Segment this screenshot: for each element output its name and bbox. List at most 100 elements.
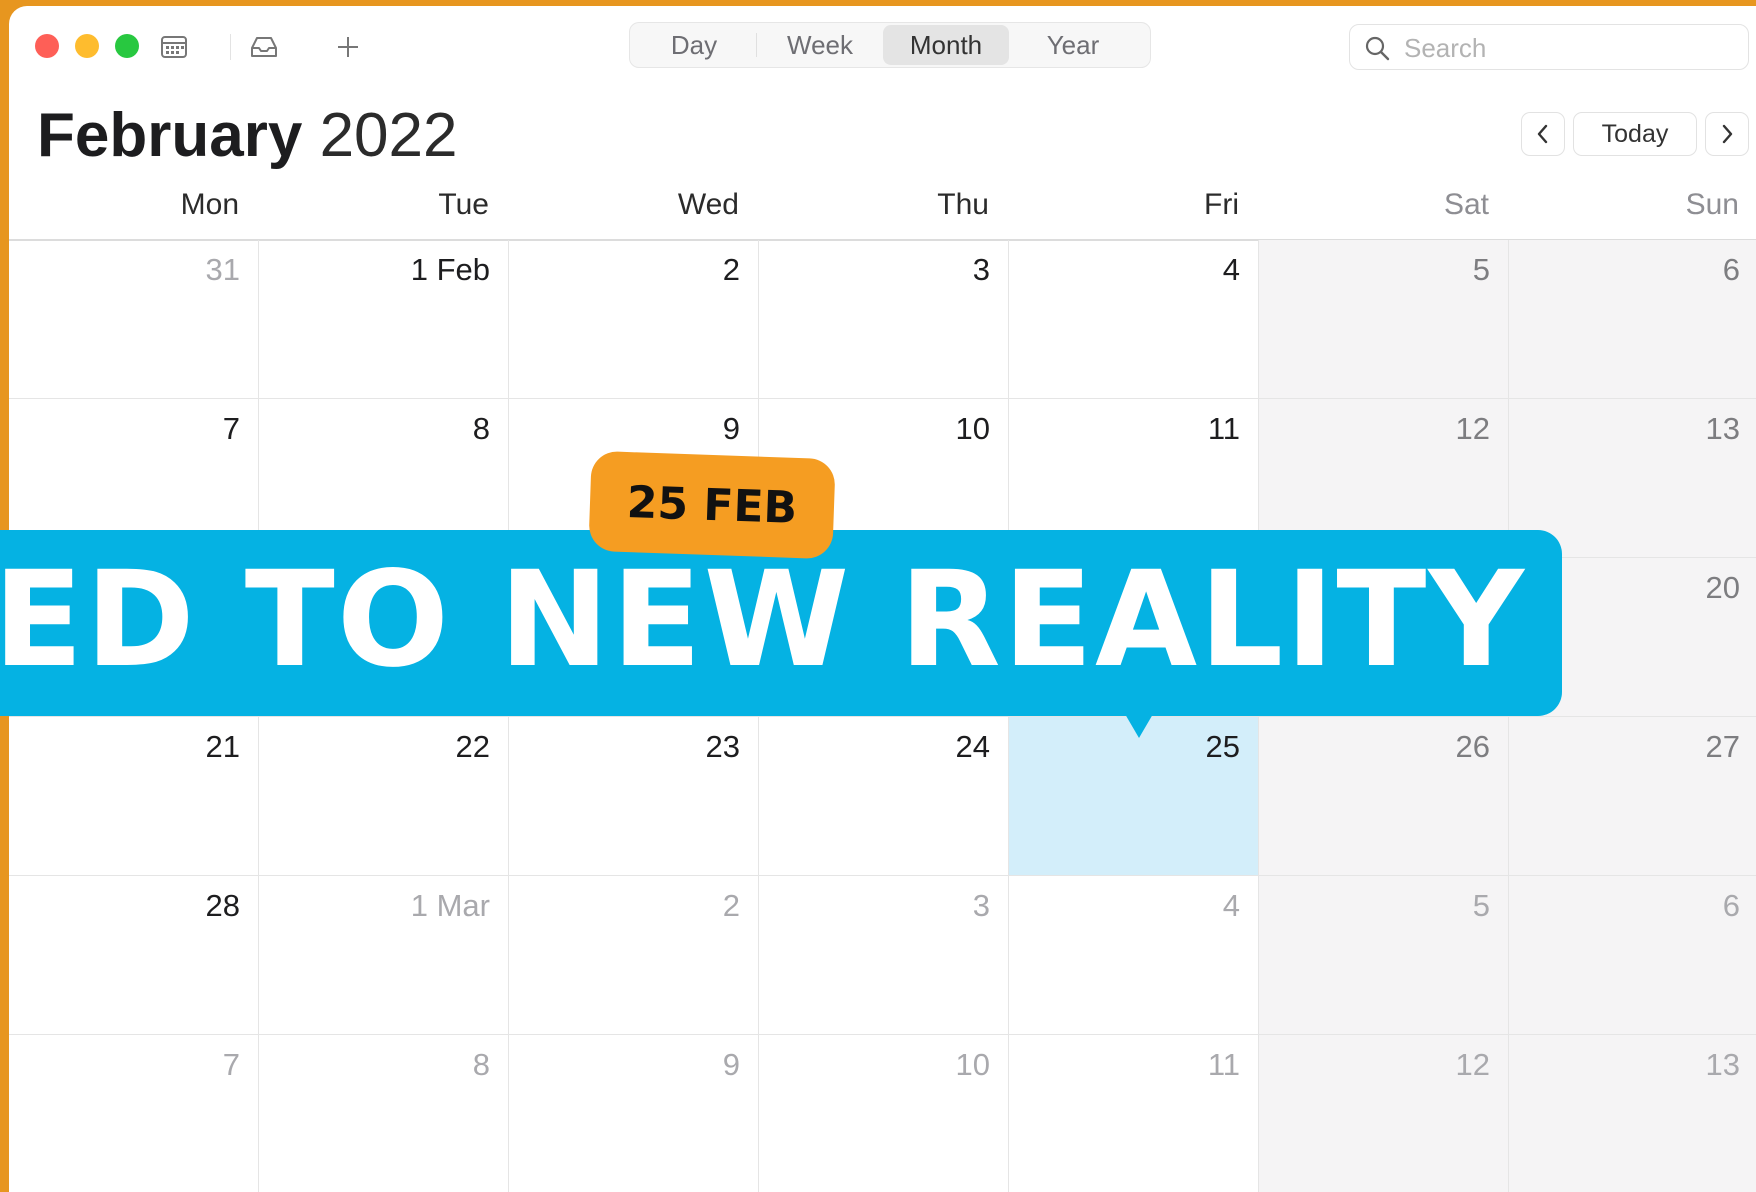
day-cell[interactable]: 4 bbox=[1009, 876, 1259, 1035]
day-number: 24 bbox=[955, 729, 990, 764]
day-number: 5 bbox=[1472, 888, 1490, 923]
day-number: 10 bbox=[955, 411, 990, 446]
date-badge: 25 FEB bbox=[588, 450, 836, 560]
day-cell[interactable]: 7 bbox=[9, 1035, 259, 1192]
weekday-tue: Tue bbox=[438, 188, 489, 221]
day-number: 4 bbox=[1222, 252, 1240, 287]
day-number: 9 bbox=[722, 411, 740, 446]
day-cell[interactable]: 4 bbox=[1009, 240, 1259, 399]
day-cell[interactable]: 22 bbox=[259, 717, 509, 876]
day-number: 23 bbox=[705, 729, 740, 764]
day-cell[interactable]: 5 bbox=[1259, 876, 1509, 1035]
search-input[interactable] bbox=[1402, 31, 1736, 65]
chevron-right-icon bbox=[1722, 124, 1733, 144]
weekday-header: Mon Tue Wed Thu Fri Sat Sun bbox=[9, 188, 1756, 221]
weekday-sat: Sat bbox=[1443, 188, 1489, 221]
day-number: 1 Feb bbox=[410, 252, 490, 287]
day-number: 21 bbox=[205, 729, 240, 764]
day-number: 3 bbox=[972, 252, 990, 287]
day-number: 27 bbox=[1705, 729, 1740, 764]
toolbar: Day Week Month Year bbox=[9, 6, 1756, 86]
day-number: 11 bbox=[1207, 1047, 1240, 1082]
search-icon bbox=[1365, 36, 1390, 61]
month-label: February bbox=[37, 101, 303, 170]
day-cell[interactable]: 13 bbox=[1509, 1035, 1756, 1192]
next-month-button[interactable] bbox=[1705, 112, 1749, 156]
day-cell[interactable]: 24 bbox=[759, 717, 1009, 876]
day-cell[interactable]: 1 Feb bbox=[259, 240, 509, 399]
previous-month-button[interactable] bbox=[1521, 112, 1565, 156]
month-grid: 311 Feb234567891011121314151617181920212… bbox=[9, 240, 1756, 1192]
weekday-mon: Mon bbox=[180, 188, 239, 221]
page-title: February 2022 bbox=[37, 100, 458, 171]
day-cell[interactable]: 2 bbox=[509, 876, 759, 1035]
day-number: 20 bbox=[1705, 570, 1740, 605]
day-cell[interactable]: 5 bbox=[1259, 240, 1509, 399]
headline-text: ADAPTED TO NEW REALITY bbox=[0, 543, 1526, 697]
day-number: 12 bbox=[1455, 411, 1490, 446]
day-number: 28 bbox=[205, 888, 240, 923]
day-cell[interactable]: 27 bbox=[1509, 717, 1756, 876]
day-number: 6 bbox=[1722, 888, 1740, 923]
day-number: 7 bbox=[222, 1047, 240, 1082]
tab-week[interactable]: Week bbox=[757, 25, 883, 65]
tab-month[interactable]: Month bbox=[883, 25, 1009, 65]
day-number: 6 bbox=[1722, 252, 1740, 287]
weekday-thu: Thu bbox=[937, 188, 989, 221]
day-number: 13 bbox=[1705, 1047, 1740, 1082]
day-number: 13 bbox=[1705, 411, 1740, 446]
day-number: 11 bbox=[1207, 411, 1240, 446]
tab-day[interactable]: Day bbox=[632, 25, 756, 65]
weekday-fri: Fri bbox=[1204, 188, 1239, 221]
day-cell[interactable]: 31 bbox=[9, 240, 259, 399]
plus-icon bbox=[338, 37, 358, 57]
day-number: 8 bbox=[472, 1047, 490, 1082]
day-number: 7 bbox=[222, 411, 240, 446]
day-cell[interactable]: 26 bbox=[1259, 717, 1509, 876]
inbox-icon[interactable] bbox=[247, 30, 281, 64]
day-cell[interactable]: 3 bbox=[759, 240, 1009, 399]
day-number: 5 bbox=[1472, 252, 1490, 287]
day-number: 25 bbox=[1205, 729, 1240, 764]
banner-pointer bbox=[1125, 714, 1153, 738]
day-number: 22 bbox=[455, 729, 490, 764]
day-cell[interactable]: 23 bbox=[509, 717, 759, 876]
day-cell[interactable]: 9 bbox=[509, 1035, 759, 1192]
day-number: 12 bbox=[1455, 1047, 1490, 1082]
close-window-button[interactable] bbox=[35, 34, 59, 58]
chevron-left-icon bbox=[1537, 124, 1548, 144]
day-number: 2 bbox=[722, 252, 740, 287]
day-cell[interactable]: 10 bbox=[759, 1035, 1009, 1192]
headline-banner: ADAPTED TO NEW REALITY bbox=[0, 530, 1562, 716]
day-cell[interactable]: 28 bbox=[9, 876, 259, 1035]
day-number: 4 bbox=[1222, 888, 1240, 923]
minimize-window-button[interactable] bbox=[75, 34, 99, 58]
day-cell[interactable]: 2 bbox=[509, 240, 759, 399]
day-number: 3 bbox=[972, 888, 990, 923]
today-button[interactable]: Today bbox=[1573, 112, 1697, 156]
tab-year[interactable]: Year bbox=[1009, 25, 1137, 65]
day-cell[interactable]: 25 bbox=[1009, 717, 1259, 876]
year-label: 2022 bbox=[319, 101, 458, 170]
add-event-button[interactable] bbox=[331, 30, 365, 64]
day-cell[interactable]: 12 bbox=[1259, 1035, 1509, 1192]
day-cell[interactable]: 6 bbox=[1509, 876, 1756, 1035]
day-number: 10 bbox=[955, 1047, 990, 1082]
day-number: 8 bbox=[472, 411, 490, 446]
day-number: 9 bbox=[722, 1047, 740, 1082]
day-cell[interactable]: 11 bbox=[1009, 1035, 1259, 1192]
day-number: 1 Mar bbox=[410, 888, 490, 923]
day-cell[interactable]: 1 Mar bbox=[259, 876, 509, 1035]
calendar-list-icon[interactable] bbox=[157, 30, 191, 64]
day-cell[interactable]: 8 bbox=[259, 1035, 509, 1192]
toolbar-divider bbox=[230, 34, 231, 60]
day-cell[interactable]: 3 bbox=[759, 876, 1009, 1035]
day-number: 26 bbox=[1455, 729, 1490, 764]
zoom-window-button[interactable] bbox=[115, 34, 139, 58]
weekday-sun: Sun bbox=[1685, 188, 1739, 221]
day-number: 31 bbox=[205, 252, 240, 287]
search-field[interactable] bbox=[1349, 24, 1749, 70]
weekday-wed: Wed bbox=[677, 188, 739, 221]
day-cell[interactable]: 6 bbox=[1509, 240, 1756, 399]
day-cell[interactable]: 21 bbox=[9, 717, 259, 876]
